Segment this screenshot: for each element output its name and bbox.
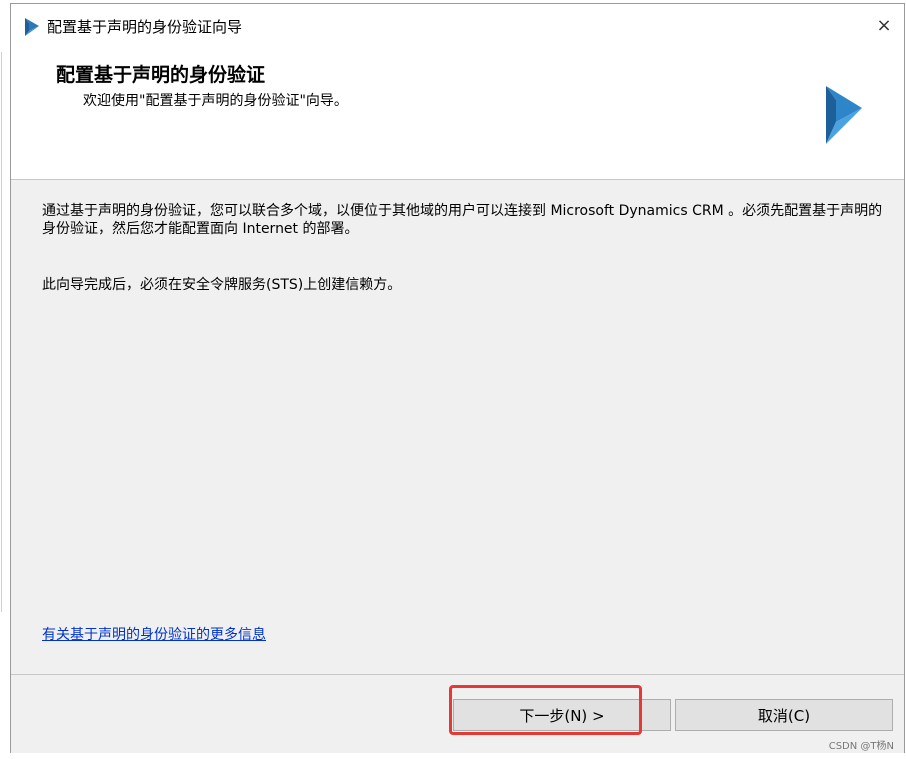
wizard-window: 配置基于声明的身份验证向导 × 配置基于声明的身份验证 欢迎使用"配置基于声明的… bbox=[10, 3, 905, 753]
background-divider bbox=[1, 52, 2, 612]
wizard-content: 通过基于声明的身份验证，您可以联合多个域，以便位于其他域的用户可以连接到 Mic… bbox=[11, 180, 904, 674]
page-title: 配置基于声明的身份验证 bbox=[56, 64, 266, 86]
window-title: 配置基于声明的身份验证向导 bbox=[47, 18, 243, 36]
description-paragraph: 通过基于声明的身份验证，您可以联合多个域，以便位于其他域的用户可以连接到 Mic… bbox=[42, 203, 883, 237]
cancel-button[interactable]: 取消(C) bbox=[675, 699, 893, 731]
more-info-link[interactable]: 有关基于声明的身份验证的更多信息 bbox=[42, 626, 266, 644]
wizard-header: 配置基于声明的身份验证 欢迎使用"配置基于声明的身份验证"向导。 bbox=[11, 48, 904, 180]
close-button[interactable]: × bbox=[870, 12, 898, 40]
screenshot-page: 配置基于声明的身份验证向导 × 配置基于声明的身份验证 欢迎使用"配置基于声明的… bbox=[0, 0, 906, 759]
dynamics-logo-icon bbox=[25, 18, 39, 36]
title-bar[interactable]: 配置基于声明的身份验证向导 × bbox=[11, 4, 904, 48]
next-button[interactable]: 下一步(N) > bbox=[453, 699, 671, 731]
dynamics-logo-icon bbox=[826, 86, 862, 144]
wizard-footer: 下一步(N) > 取消(C) bbox=[11, 674, 904, 753]
watermark: CSDN @T杨N bbox=[828, 741, 894, 752]
page-subtitle: 欢迎使用"配置基于声明的身份验证"向导。 bbox=[83, 93, 348, 109]
instruction-paragraph: 此向导完成后，必须在安全令牌服务(STS)上创建信赖方。 bbox=[42, 277, 402, 293]
